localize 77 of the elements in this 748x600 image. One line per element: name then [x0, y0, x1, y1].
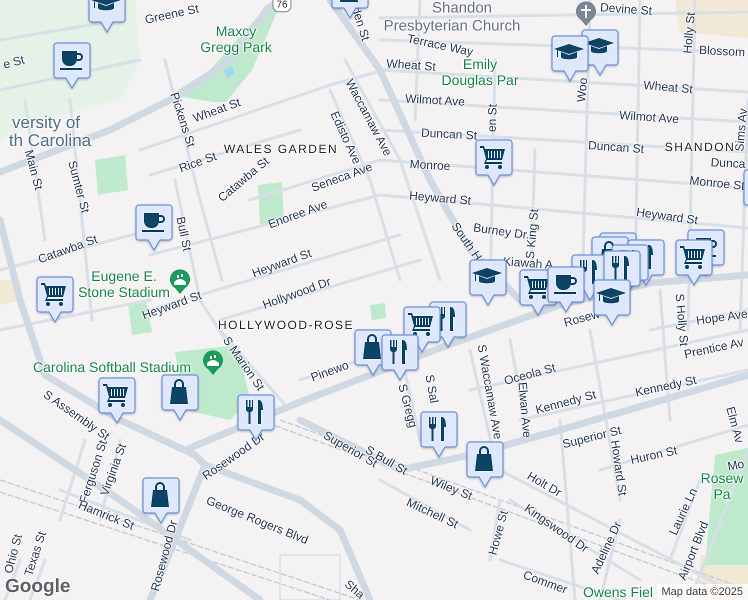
- fork-knife-icon: [390, 340, 407, 364]
- street-label: Kennedy St: [534, 388, 598, 418]
- street-label: Wheat St: [642, 78, 694, 98]
- fork-knife-icon: [429, 417, 446, 441]
- street-label: Howard St: [607, 439, 629, 497]
- street-label: Kennedy St: [634, 374, 698, 400]
- neighborhood-label: WALES GARDEN: [224, 143, 338, 157]
- street-label: Blossom: [698, 44, 746, 60]
- street-label: Wilmot Ave: [404, 92, 466, 110]
- street-label: Rice St: [177, 150, 218, 176]
- street-label: Monroe: [409, 158, 451, 174]
- street-label: Howe St: [486, 509, 512, 557]
- park-label: Eugene E. Stone Stadium: [77, 268, 170, 300]
- street-label: Wilmot Ave: [618, 109, 680, 127]
- pond: [224, 66, 235, 78]
- land-area: [0, 280, 22, 305]
- attribution-text[interactable]: Map data ©2025: [656, 584, 748, 600]
- cross-icon[interactable]: [575, 1, 597, 27]
- stadium-icon[interactable]: [202, 350, 224, 376]
- street-label: Main St: [21, 148, 45, 192]
- route-shield: 76: [272, 0, 292, 12]
- park-label: Carolina Softball Stadium: [33, 358, 191, 376]
- street-label: Duncan St: [588, 139, 644, 157]
- cart-icon: [480, 146, 505, 169]
- street-label: Devine St: [600, 1, 652, 19]
- street-label: e St: [2, 54, 26, 72]
- cart-icon: [680, 246, 705, 269]
- street-label: S Sal: [422, 374, 440, 404]
- graduation-cap-icon: [596, 288, 626, 304]
- street-label: Monroe St: [688, 174, 746, 194]
- campus-label: versity of: [12, 113, 80, 133]
- fork-knife-icon: [246, 400, 263, 424]
- street-label: Terrace Way: [406, 32, 474, 59]
- street-label: Wheat St: [191, 96, 243, 126]
- street-label: Sha: [341, 578, 367, 600]
- cart-icon: [103, 384, 128, 407]
- stadium-icon[interactable]: [169, 269, 191, 295]
- graduation-cap-icon: [554, 44, 584, 60]
- campus-label: th Carolina: [8, 131, 92, 150]
- place-label: Presbyterian Church: [384, 17, 520, 34]
- street-label: Elm Av: [722, 405, 746, 445]
- street-label: en St: [486, 104, 500, 132]
- street-label: Elwan Ave: [516, 382, 534, 438]
- street-label: Holt Dr: [524, 470, 564, 500]
- fork-knife-icon: [612, 256, 629, 280]
- street-label: Heyward St: [635, 206, 699, 228]
- street-label: Wheat St: [386, 57, 436, 75]
- street-label: Dunca: [710, 156, 746, 172]
- street-label: Duncan St: [420, 126, 478, 144]
- street-label: Bull St: [172, 216, 194, 252]
- street-label: Burney Dr: [472, 221, 528, 242]
- street-label: S Waccamaw Ave: [474, 344, 504, 440]
- park-label: Maxcy Gregg Park: [199, 22, 273, 56]
- street-label: Woo: [575, 77, 591, 103]
- street-label: Greene St: [144, 2, 200, 28]
- neighborhood-label: SHANDON: [664, 141, 736, 155]
- street-label: Enoree Ave: [266, 198, 330, 232]
- street-label: S Gregg: [394, 382, 420, 430]
- neighborhood-label: HOLLYWOOD-ROSE: [218, 319, 354, 333]
- street-label: Sims Av: [733, 108, 748, 152]
- street-label: Wiley St: [428, 474, 474, 503]
- street-label: Pinewo: [309, 358, 351, 386]
- street-label: Holly St: [681, 12, 699, 54]
- park-area: [370, 303, 386, 320]
- map-logo[interactable]: Google: [5, 576, 70, 598]
- park-area: [95, 155, 128, 195]
- street-label: Heyward St: [408, 189, 472, 209]
- street-label: Sumter St: [64, 159, 92, 215]
- street-label: Huron St: [629, 444, 679, 468]
- cart-icon: [41, 283, 66, 306]
- cart-icon: [524, 276, 549, 299]
- cart-icon: [408, 313, 433, 336]
- graduation-cap-icon: [472, 268, 502, 284]
- place-label: Shandon: [432, 0, 492, 17]
- graduation-cap-icon: [91, 0, 121, 10]
- street-label: Hope Ave: [695, 308, 748, 328]
- park-label: Owens Fiel: [582, 584, 654, 600]
